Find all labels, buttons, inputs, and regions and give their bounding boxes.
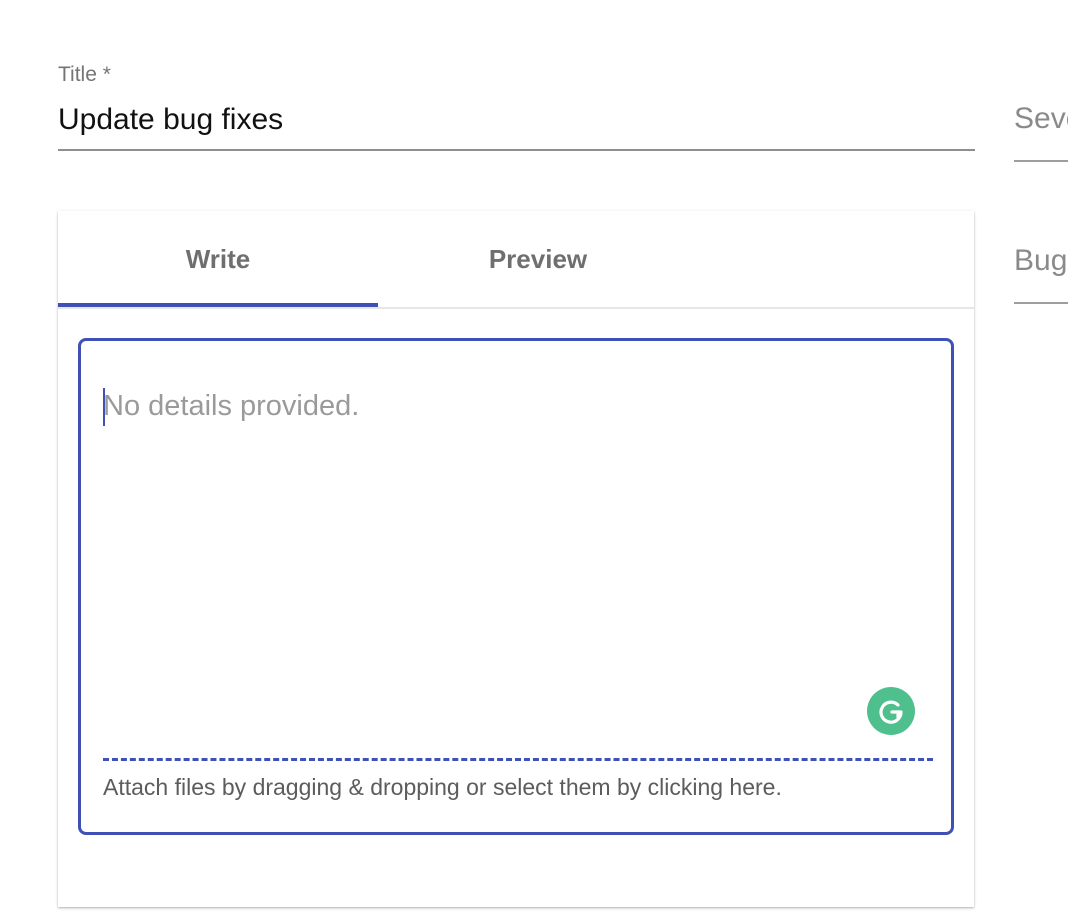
description-editor[interactable]: No details provided. Attach files by dra… xyxy=(78,338,954,835)
description-textarea[interactable]: No details provided. xyxy=(103,389,359,423)
editor-tabs: Write Preview xyxy=(58,211,974,309)
bug-report-form: Title * Update bug fixes Seve Bug Write … xyxy=(0,0,1068,922)
title-field[interactable]: Title * Update bug fixes xyxy=(58,60,975,151)
title-label: Title * xyxy=(58,63,111,86)
active-tab-indicator xyxy=(58,303,378,307)
tab-preview[interactable]: Preview xyxy=(378,211,698,307)
tab-write[interactable]: Write xyxy=(58,211,378,307)
title-underline xyxy=(58,149,975,151)
bug-underline xyxy=(1014,302,1068,304)
grammarly-glyph xyxy=(879,700,903,724)
severity-placeholder: Seve xyxy=(1014,102,1068,135)
attach-files-link[interactable]: Attach files by dragging & dropping or s… xyxy=(103,773,782,801)
attach-divider xyxy=(103,758,933,761)
severity-underline xyxy=(1014,160,1068,162)
bug-placeholder: Bug xyxy=(1014,244,1068,277)
title-input[interactable]: Update bug fixes xyxy=(58,103,975,137)
description-card: Write Preview No details provided. Attac… xyxy=(58,211,974,907)
severity-field[interactable]: Seve xyxy=(1014,102,1068,162)
bug-field[interactable]: Bug xyxy=(1014,244,1068,304)
grammarly-icon[interactable] xyxy=(867,687,915,735)
